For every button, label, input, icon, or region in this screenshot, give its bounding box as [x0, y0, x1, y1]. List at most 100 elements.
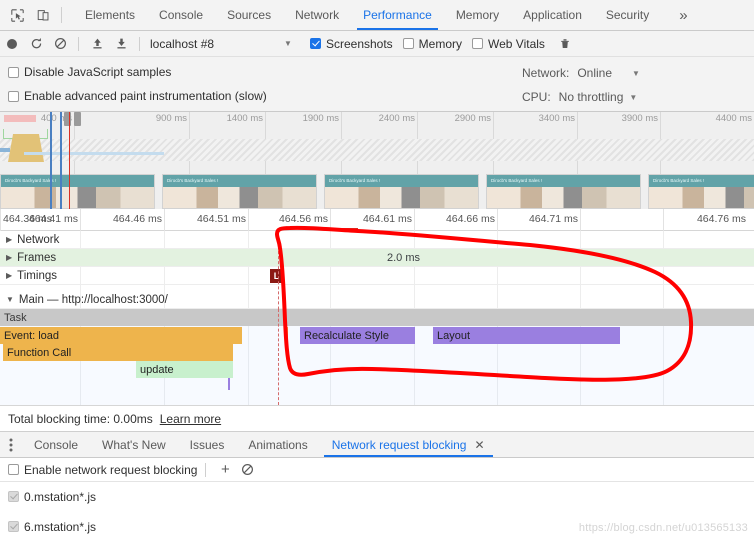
track-main[interactable]: ▼ Main — http://localhost:3000/	[0, 291, 754, 309]
drawer-tab-issues[interactable]: Issues	[178, 432, 237, 457]
chevron-right-icon: ▶	[6, 235, 13, 244]
flame-bar-task[interactable]: Task	[0, 309, 754, 326]
tab-label: Security	[605, 8, 650, 22]
track-timings[interactable]: ▶ Timings	[0, 267, 754, 285]
overview-tick-label: 900 ms	[155, 113, 187, 124]
overview-selection-start-handle[interactable]	[50, 112, 52, 209]
track-network[interactable]: ▶ Network	[0, 231, 754, 249]
blocked-pattern-label: 6.mstation*.js	[24, 519, 97, 534]
track-label: Main — http://localhost:3000/	[18, 293, 168, 306]
tab-security[interactable]: Security	[594, 0, 661, 30]
filmstrip-frame[interactable]: Dirocb's Backyard Sales !	[648, 174, 754, 209]
filmstrip-frame[interactable]: Dirocb's Backyard Sales !	[0, 174, 155, 209]
flame-bar-tick[interactable]	[286, 327, 288, 344]
tabbar-divider	[61, 7, 62, 23]
memory-checkbox[interactable]: Memory	[402, 36, 463, 51]
drawer-tab-network-request-blocking[interactable]: Network request blocking ✕	[320, 432, 497, 457]
filmstrip-frame[interactable]: Dirocb's Backyard Sales !	[162, 174, 317, 209]
ruler-tick: 464.51 ms	[197, 209, 249, 231]
filmstrip-frame[interactable]: Dirocb's Backyard Sales !	[324, 174, 479, 209]
flame-bar-function-call[interactable]: Function Call	[3, 344, 233, 361]
ruler-tick-label: 464.51 ms	[196, 213, 246, 225]
devtools-window: Elements Console Sources Network Perform…	[0, 0, 754, 545]
devtools-tabbar: Elements Console Sources Network Perform…	[0, 0, 754, 31]
blocked-pattern-row[interactable]: 0.mstation*.js	[0, 482, 754, 511]
more-tabs-icon[interactable]: »	[669, 0, 697, 30]
ruler-selection-underline	[304, 228, 358, 230]
reload-and-record-icon[interactable]	[24, 32, 48, 56]
more-options-icon[interactable]	[0, 432, 22, 457]
filmstrip-caption: Dirocb's Backyard Sales !	[649, 175, 754, 187]
flame-chart[interactable]: Task Event: load Recalculate Style Layou…	[0, 309, 754, 405]
chevron-down-icon: ▼	[629, 92, 638, 102]
network-throttling-select[interactable]: Network: Online ▼	[522, 66, 640, 80]
tab-sources[interactable]: Sources	[215, 0, 283, 30]
tab-performance[interactable]: Performance	[351, 0, 444, 30]
inspect-element-icon[interactable]	[4, 0, 30, 30]
filmstrip-thumbnail	[487, 187, 640, 208]
trash-icon[interactable]	[553, 32, 577, 56]
drawer-tab-animations[interactable]: Animations	[236, 432, 319, 457]
enable-blocking-checkbox[interactable]: Enable network request blocking	[8, 463, 197, 477]
checkbox-box	[8, 90, 19, 102]
watermark: https://blog.csdn.net/u013565133	[578, 522, 748, 534]
track-label: Network	[17, 233, 60, 246]
cpu-label: CPU:	[522, 90, 551, 104]
cpu-throttling-select[interactable]: CPU: No throttling ▼	[522, 90, 637, 104]
enable-blocking-label: Enable network request blocking	[24, 462, 198, 477]
track-frames[interactable]: ▶ Frames	[0, 249, 754, 267]
disable-js-samples-checkbox[interactable]: Disable JavaScript samples	[8, 65, 171, 79]
download-profile-icon[interactable]	[109, 32, 133, 56]
clear-patterns-icon[interactable]	[236, 460, 258, 480]
drawer-tab-whats-new[interactable]: What's New	[90, 432, 178, 457]
clear-recording-icon[interactable]	[48, 32, 72, 56]
web-vitals-checkbox[interactable]: Web Vitals	[472, 37, 545, 51]
performance-settings: Disable JavaScript samples Enable advanc…	[0, 57, 754, 112]
overview-selection-end-handle[interactable]	[60, 112, 62, 209]
record-icon[interactable]	[0, 32, 24, 56]
tab-label: Memory	[455, 8, 500, 22]
chevron-down-icon: ▼	[6, 295, 14, 304]
overview-tick-label: 2900 ms	[454, 113, 491, 124]
timeline-overview[interactable]: 400 ms 900 ms 1400 ms 1900 ms 2400 ms 29…	[0, 112, 754, 209]
web-vitals-label: Web Vitals	[488, 36, 545, 51]
flame-bar-event-load[interactable]: Event: load	[0, 327, 242, 344]
screenshots-label: Screenshots	[325, 36, 393, 51]
tab-console[interactable]: Console	[147, 0, 215, 30]
flame-bar-tick[interactable]	[228, 378, 230, 390]
close-icon[interactable]: ✕	[474, 438, 484, 452]
cpu-value: No throttling	[558, 90, 624, 104]
drawer-tab-console[interactable]: Console	[22, 432, 90, 457]
chevron-right-icon: ▶	[6, 253, 13, 262]
filmstrip-frame[interactable]: Dirocb's Backyard Sales !	[486, 174, 641, 209]
profile-select[interactable]: localhost #8 ▼	[150, 37, 292, 51]
drawer-tab-label: Issues	[189, 437, 225, 452]
checkbox-box	[402, 38, 414, 49]
checkbox-box[interactable]	[8, 491, 19, 502]
screenshots-checkbox[interactable]: Screenshots	[309, 36, 393, 51]
tab-application[interactable]: Application	[511, 0, 594, 30]
tab-memory[interactable]: Memory	[444, 0, 511, 30]
overview-resizer-handle[interactable]	[74, 112, 81, 126]
paint-instrumentation-checkbox[interactable]: Enable advanced paint instrumentation (s…	[8, 89, 267, 103]
toolbar-divider-2	[139, 36, 140, 51]
drawer-tab-label: What's New	[102, 437, 166, 452]
upload-profile-icon[interactable]	[85, 32, 109, 56]
checkbox-box	[472, 38, 484, 49]
filmstrip-caption: Dirocb's Backyard Sales !	[487, 175, 640, 187]
flame-bar-layout[interactable]: Layout	[433, 327, 620, 344]
tab-network[interactable]: Network	[283, 0, 351, 30]
panel-tabs: Elements Console Sources Network Perform…	[73, 0, 661, 30]
blocked-pattern-label: 0.mstation*.js	[24, 489, 97, 504]
add-pattern-icon[interactable]: +	[214, 460, 236, 480]
flame-bar-recalculate-style[interactable]: Recalculate Style	[300, 327, 415, 344]
tab-elements[interactable]: Elements	[73, 0, 147, 30]
device-toolbar-icon[interactable]	[30, 0, 56, 30]
flame-bar-update[interactable]: update	[136, 361, 233, 378]
filmstrip[interactable]: Dirocb's Backyard Sales ! Dirocb's Backy…	[0, 174, 754, 209]
network-value: Online	[577, 66, 613, 80]
checkbox-box[interactable]	[8, 521, 19, 532]
timing-marker-load[interactable]: L	[270, 269, 283, 283]
memory-label: Memory	[418, 36, 463, 51]
learn-more-link[interactable]: Learn more	[160, 412, 221, 426]
